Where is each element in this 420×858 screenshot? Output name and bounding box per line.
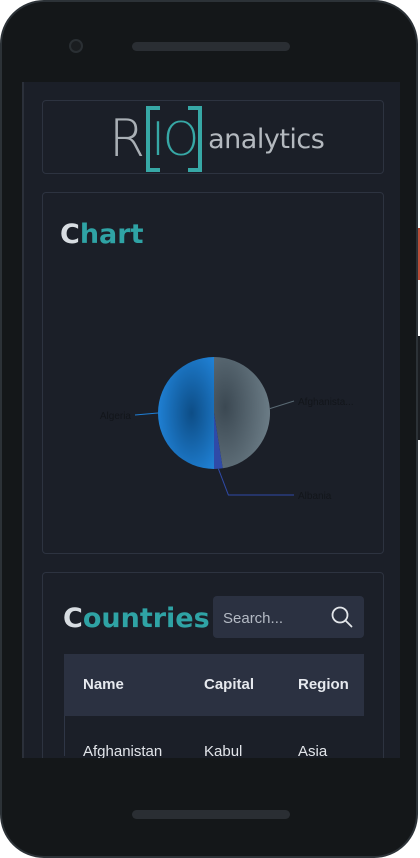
camera-icon	[69, 39, 83, 53]
logo-bracket-box: IO	[146, 106, 203, 172]
pie-slice[interactable]	[214, 357, 270, 469]
pie-slice-label: Afghanista...	[298, 397, 354, 408]
chart-card: Chart Afghanista... Albania Algeria	[42, 192, 384, 554]
table-row-divider	[64, 716, 65, 756]
search-box[interactable]	[213, 596, 364, 638]
pie-slice-label: Algeria	[100, 411, 132, 422]
column-header-region[interactable]: Region	[298, 676, 349, 693]
cell-capital: Kabul	[204, 743, 243, 758]
screen-edge	[22, 82, 24, 758]
pie-leader-line	[269, 400, 295, 410]
title-rest: ountries	[82, 603, 210, 634]
pie-slice-label: Albania	[298, 491, 332, 502]
logo-letter-r: R	[109, 109, 145, 169]
pie-chart: Afghanista... Albania Algeria	[100, 357, 354, 502]
app-screen: R IO analytics Chart Afghanista... Alban…	[22, 82, 400, 758]
pie-leader-line	[217, 468, 294, 496]
title-initial: C	[63, 603, 83, 634]
logo-card: R IO analytics	[42, 100, 384, 174]
pie-slice[interactable]	[158, 357, 214, 469]
column-header-name[interactable]: Name	[83, 676, 124, 693]
bottom-speaker	[132, 810, 290, 819]
pie-leader-line	[134, 412, 159, 416]
cell-name: Afghanistan	[83, 743, 163, 758]
column-header-capital[interactable]: Capital	[204, 676, 254, 693]
countries-card: Countries Name Capital Region Afghanista…	[42, 572, 384, 758]
logo-io-text: IO	[151, 112, 199, 166]
search-icon[interactable]	[330, 605, 354, 629]
phone-frame: R IO analytics Chart Afghanista... Alban…	[0, 0, 418, 858]
logo-analytics-text: analytics	[208, 123, 325, 155]
rio-analytics-logo: R IO analytics	[109, 106, 325, 172]
top-speaker	[132, 42, 290, 51]
countries-section-title: Countries	[63, 605, 210, 632]
cell-region: Asia	[298, 743, 328, 758]
table-header: Name Capital Region	[64, 654, 364, 716]
search-input[interactable]	[221, 606, 325, 630]
